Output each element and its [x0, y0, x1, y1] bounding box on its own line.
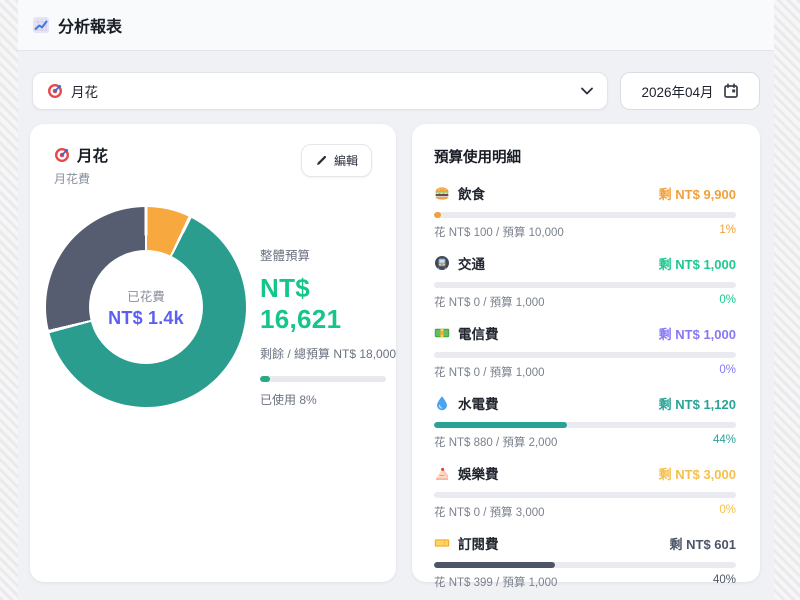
budget-title: 月花: [54, 144, 108, 166]
item-progress-bar: [434, 212, 736, 218]
item-progress-fill: [434, 422, 567, 428]
item-remaining: 剩 NT$ 1,000: [659, 324, 736, 343]
item-name: 水電費: [458, 393, 499, 413]
budget-select-value: 月花: [71, 81, 98, 101]
item-name: 娛樂費: [458, 463, 499, 483]
used-percent-label: 已使用 8%: [260, 391, 396, 408]
overall-budget-label: 整體預算: [260, 245, 396, 264]
pencil-icon: [315, 154, 328, 167]
app-viewport: 分析報表 月花 2026年04月 月花 月花費: [18, 0, 774, 600]
item-progress-fill: [434, 562, 555, 568]
detail-card-title: 預算使用明細: [434, 146, 736, 167]
item-progress-bar: [434, 282, 736, 288]
remaining-amount: NT$ 16,621: [260, 273, 396, 335]
budget-item-subscription: 訂閱費 剩 NT$ 601 花 NT$ 399 / 預算 1,000 40%: [434, 533, 736, 590]
target-icon: [54, 147, 70, 163]
budget-title-text: 月花: [77, 144, 108, 166]
item-detail: 花 NT$ 0 / 預算 1,000: [434, 364, 545, 380]
calendar-icon: [723, 83, 739, 99]
item-remaining: 剩 NT$ 601: [670, 534, 736, 553]
item-detail: 花 NT$ 100 / 預算 10,000: [434, 224, 564, 240]
item-percent: 0%: [719, 364, 736, 380]
budget-detail-card: 預算使用明細 飲食 剩 NT$ 9,900 花 NT$ 100 / 預算 10,…: [412, 124, 760, 582]
donut-center-value: NT$ 1.4k: [108, 308, 184, 329]
burger-icon: [434, 185, 450, 201]
month-picker-value: 2026年04月: [641, 81, 713, 101]
item-progress-bar: [434, 352, 736, 358]
item-remaining: 剩 NT$ 1,000: [659, 254, 736, 273]
metro-icon: [434, 255, 450, 271]
total-budget-label: 剩餘 / 總預算 NT$ 18,000: [260, 345, 396, 362]
item-remaining: 剩 NT$ 3,000: [659, 464, 736, 483]
trend-chart-icon: [32, 16, 50, 34]
item-progress-bar: [434, 562, 736, 568]
item-percent: 40%: [713, 574, 736, 590]
item-detail: 花 NT$ 0 / 預算 1,000: [434, 294, 545, 310]
item-progress-fill: [434, 212, 441, 218]
chevron-down-icon: [581, 87, 593, 95]
item-percent: 0%: [719, 504, 736, 520]
item-remaining: 剩 NT$ 1,120: [659, 394, 736, 413]
item-name: 交通: [458, 253, 485, 273]
month-picker[interactable]: 2026年04月: [620, 72, 760, 110]
filter-row: 月花 2026年04月: [18, 51, 774, 110]
overall-usage-bar: [260, 376, 386, 382]
overall-usage-bar-fill: [260, 376, 270, 382]
budget-select[interactable]: 月花: [32, 72, 608, 110]
item-progress-bar: [434, 492, 736, 498]
budget-item-utilities: 水電費 剩 NT$ 1,120 花 NT$ 880 / 預算 2,000 44%: [434, 393, 736, 450]
edit-button-label: 編輯: [334, 152, 358, 169]
item-name: 訂閱費: [458, 533, 499, 553]
cards-row: 月花 月花費 編輯 已花費 NT$ 1.4k: [18, 110, 774, 582]
page-title: 分析報表: [32, 13, 122, 37]
budget-item-telecom: 電信費 剩 NT$ 1,000 花 NT$ 0 / 預算 1,000 0%: [434, 323, 736, 380]
item-percent: 44%: [713, 434, 736, 450]
item-percent: 1%: [719, 224, 736, 240]
target-icon: [47, 83, 63, 99]
item-name: 飲食: [458, 183, 485, 203]
edit-button[interactable]: 編輯: [301, 144, 372, 177]
budget-subtitle: 月花費: [54, 170, 108, 187]
item-detail: 花 NT$ 880 / 預算 2,000: [434, 434, 557, 450]
donut-center-label: 已花費: [127, 286, 165, 305]
cake-icon: [434, 465, 450, 481]
banknote-icon: [434, 325, 450, 341]
budget-item-entertainment: 娛樂費 剩 NT$ 3,000 花 NT$ 0 / 預算 3,000 0%: [434, 463, 736, 520]
page-title-text: 分析報表: [58, 13, 122, 37]
item-detail: 花 NT$ 399 / 預算 1,000: [434, 574, 557, 590]
item-progress-bar: [434, 422, 736, 428]
donut-center: 已花費 NT$ 1.4k: [89, 250, 203, 364]
item-name: 電信費: [458, 323, 499, 343]
item-detail: 花 NT$ 0 / 預算 3,000: [434, 504, 545, 520]
app-header: 分析報表: [18, 0, 774, 51]
spending-donut-chart: 已花費 NT$ 1.4k: [46, 207, 246, 407]
budget-item-food: 飲食 剩 NT$ 9,900 花 NT$ 100 / 預算 10,000 1%: [434, 183, 736, 240]
budget-summary-card: 月花 月花費 編輯 已花費 NT$ 1.4k: [30, 124, 396, 582]
ticket-icon: [434, 535, 450, 551]
budget-item-transport: 交通 剩 NT$ 1,000 花 NT$ 0 / 預算 1,000 0%: [434, 253, 736, 310]
item-remaining: 剩 NT$ 9,900: [659, 184, 736, 203]
item-percent: 0%: [719, 294, 736, 310]
droplet-icon: [434, 395, 450, 411]
